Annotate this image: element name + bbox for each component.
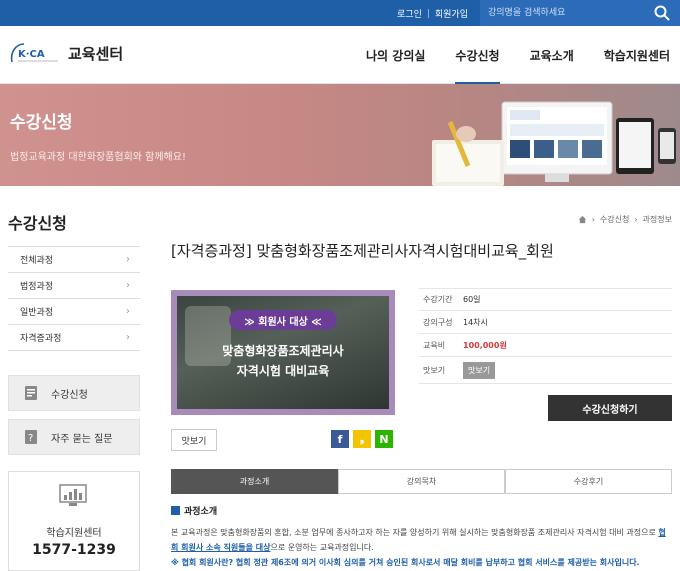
support-label: 학습지원센터 xyxy=(46,528,102,539)
course-tabs: 과정소개 강의목차 수강후기 xyxy=(171,469,672,494)
course-thumbnail: ≫ 회원사 대상 ≪ 맞춤형화장품조제관리사 자격시험 대비교육 xyxy=(171,290,395,415)
quick-faq-button[interactable]: ? 자주 묻는 질문 xyxy=(8,419,140,455)
support-phone: 1577-1239 xyxy=(32,542,116,558)
monitor-chart-icon xyxy=(59,484,87,506)
join-link[interactable]: 회원가입 xyxy=(429,7,474,20)
info-row-period: 수강기간 60일 xyxy=(419,288,672,311)
info-row-preview: 맛보기 맛보기 xyxy=(419,357,672,384)
chevron-right-icon: › xyxy=(126,332,130,343)
main-nav: 나의 강의실 수강신청 교육소개 학습지원센터 xyxy=(336,26,670,84)
faq-icon: ? xyxy=(25,430,37,444)
info-key: 강의구성 xyxy=(423,317,453,327)
devices-illustration-icon xyxy=(432,101,676,186)
info-row-fee: 교육비 100,000원 xyxy=(419,334,672,357)
facebook-share-icon[interactable]: f xyxy=(331,430,349,448)
preview-button[interactable]: 맛보기 xyxy=(171,429,217,451)
quick-faq-label: 자주 묻는 질문 xyxy=(51,433,113,445)
site-logo[interactable]: K·CA 교육센터 xyxy=(8,42,123,64)
thumbnail-badge: ≫ 회원사 대상 ≪ xyxy=(229,310,337,330)
section-heading-text: 과정소개 xyxy=(184,507,218,517)
chevron-right-icon: › xyxy=(126,254,130,265)
quick-enroll-label: 수강신청 xyxy=(51,389,88,401)
chevron-right-icon: › xyxy=(591,215,595,224)
paragraph-text-end: 으로 운영하는 교육과정입니다. xyxy=(270,543,374,552)
banner-subtitle: 법정교육과정 대한화장품협회와 함께해요! xyxy=(10,152,186,163)
thumbnail-image: ≫ 회원사 대상 ≪ 맞춤형화장품조제관리사 자격시험 대비교육 xyxy=(177,296,389,409)
login-link[interactable]: 로그인 xyxy=(391,7,428,20)
info-key: 맛보기 xyxy=(423,365,446,375)
apply-button[interactable]: 수강신청하기 xyxy=(548,395,672,421)
nav-education-intro[interactable]: 교육소개 xyxy=(530,47,574,64)
breadcrumb-item: 과정정보 xyxy=(642,215,672,224)
chevron-right-icon: › xyxy=(126,280,130,291)
bullet-icon xyxy=(171,506,180,515)
info-key: 교육비 xyxy=(423,340,446,350)
site-header: K·CA 교육센터 나의 강의실 수강신청 교육소개 학습지원센터 xyxy=(0,26,680,84)
support-center-box: 학습지원센터 1577-1239 xyxy=(8,471,140,571)
section-heading: 과정소개 xyxy=(171,504,672,517)
tab-intro[interactable]: 과정소개 xyxy=(171,469,338,494)
info-value: 60일 xyxy=(463,295,481,304)
top-utility-bar: 로그인 회원가입 xyxy=(0,0,680,26)
info-row-lessons: 강의구성 14차시 xyxy=(419,311,672,334)
document-icon xyxy=(25,386,37,400)
search-box xyxy=(480,0,680,26)
thumbnail-line-2: 자격시험 대비교육 xyxy=(236,364,330,378)
sidebar-item-certificate[interactable]: 자격증과정 › xyxy=(8,325,140,351)
course-info-table: 수강기간 60일 강의구성 14차시 교육비 100,000원 맛보기 맛보기 xyxy=(419,288,672,384)
sidebar-item-label: 법정과정 xyxy=(20,282,54,292)
sidebar-item-label: 일반과정 xyxy=(20,308,54,318)
section-paragraph: 본 교육과정은 맞춤형화장품의 혼합, 소분 업무에 종사하고자 하는 자를 양… xyxy=(171,525,672,555)
price-value: 100,000원 xyxy=(463,340,507,350)
member-note: ※ 협회 회원사란? 협회 정관 제6조에 의거 이사회 심의를 거쳐 승인된 … xyxy=(171,558,640,567)
sidebar-title: 수강신청 xyxy=(8,214,67,233)
svg-text:K·CA: K·CA xyxy=(18,49,45,60)
info-key: 수강기간 xyxy=(423,295,453,304)
tab-reviews[interactable]: 수강후기 xyxy=(505,469,672,494)
thumbnail-line-1: 맞춤형화장품조제관리사 xyxy=(222,344,344,358)
course-intro-section: 과정소개 본 교육과정은 맞춤형화장품의 혼합, 소분 업무에 종사하고자 하는… xyxy=(171,504,672,570)
nav-enrollment[interactable]: 수강신청 xyxy=(455,47,500,84)
banner-title: 수강신청 xyxy=(10,113,73,133)
site-title: 교육센터 xyxy=(68,44,124,63)
chevron-right-icon: › xyxy=(634,215,638,224)
search-icon[interactable] xyxy=(654,5,670,21)
naver-share-icon[interactable]: N xyxy=(375,430,393,448)
nav-my-classroom[interactable]: 나의 강의실 xyxy=(366,47,425,64)
page-banner: 수강신청 법정교육과정 대한화장품협회와 함께해요! xyxy=(0,84,680,186)
home-icon[interactable] xyxy=(578,215,587,224)
search-input[interactable] xyxy=(488,4,638,22)
sidebar-item-label: 전체과정 xyxy=(20,256,54,266)
paragraph-text: 본 교육과정은 맞춤형화장품의 혼합, 소분 업무에 종사하고자 하는 자를 양… xyxy=(171,528,659,537)
breadcrumb-item[interactable]: 수강신청 xyxy=(600,214,629,225)
svg-text:?: ? xyxy=(28,433,33,444)
quick-enroll-button[interactable]: 수강신청 xyxy=(8,375,140,411)
sidebar-item-all[interactable]: 전체과정 › xyxy=(8,247,140,273)
course-title: [자격증과정] 맞춤형화장품조제관리사자격시험대비교육_회원 xyxy=(171,242,554,260)
share-buttons: f ❟ N xyxy=(331,430,397,448)
kca-logo-icon: K·CA xyxy=(10,43,58,63)
tab-curriculum[interactable]: 강의목차 xyxy=(338,469,505,494)
nav-learning-support[interactable]: 학습지원센터 xyxy=(604,47,670,64)
account-links: 로그인 회원가입 xyxy=(391,0,474,26)
info-value: 14차시 xyxy=(463,317,488,327)
sidebar-item-general[interactable]: 일반과정 › xyxy=(8,299,140,325)
sample-button[interactable]: 맛보기 xyxy=(463,361,496,379)
sidebar: 수강신청 전체과정 › 법정과정 › 일반과정 › 자격증과정 › 수강신청 ? 자주 … xyxy=(8,210,140,571)
sidebar-item-legal[interactable]: 법정과정 › xyxy=(8,273,140,299)
chevron-right-icon: › xyxy=(126,306,130,317)
sidebar-menu: 전체과정 › 법정과정 › 일반과정 › 자격증과정 › xyxy=(8,246,140,351)
sidebar-item-label: 자격증과정 xyxy=(20,334,62,344)
breadcrumb: › 수강신청 › 과정정보 xyxy=(578,214,672,225)
kakaostory-share-icon[interactable]: ❟ xyxy=(353,430,371,448)
quick-links: 수강신청 ? 자주 묻는 질문 xyxy=(8,375,140,455)
